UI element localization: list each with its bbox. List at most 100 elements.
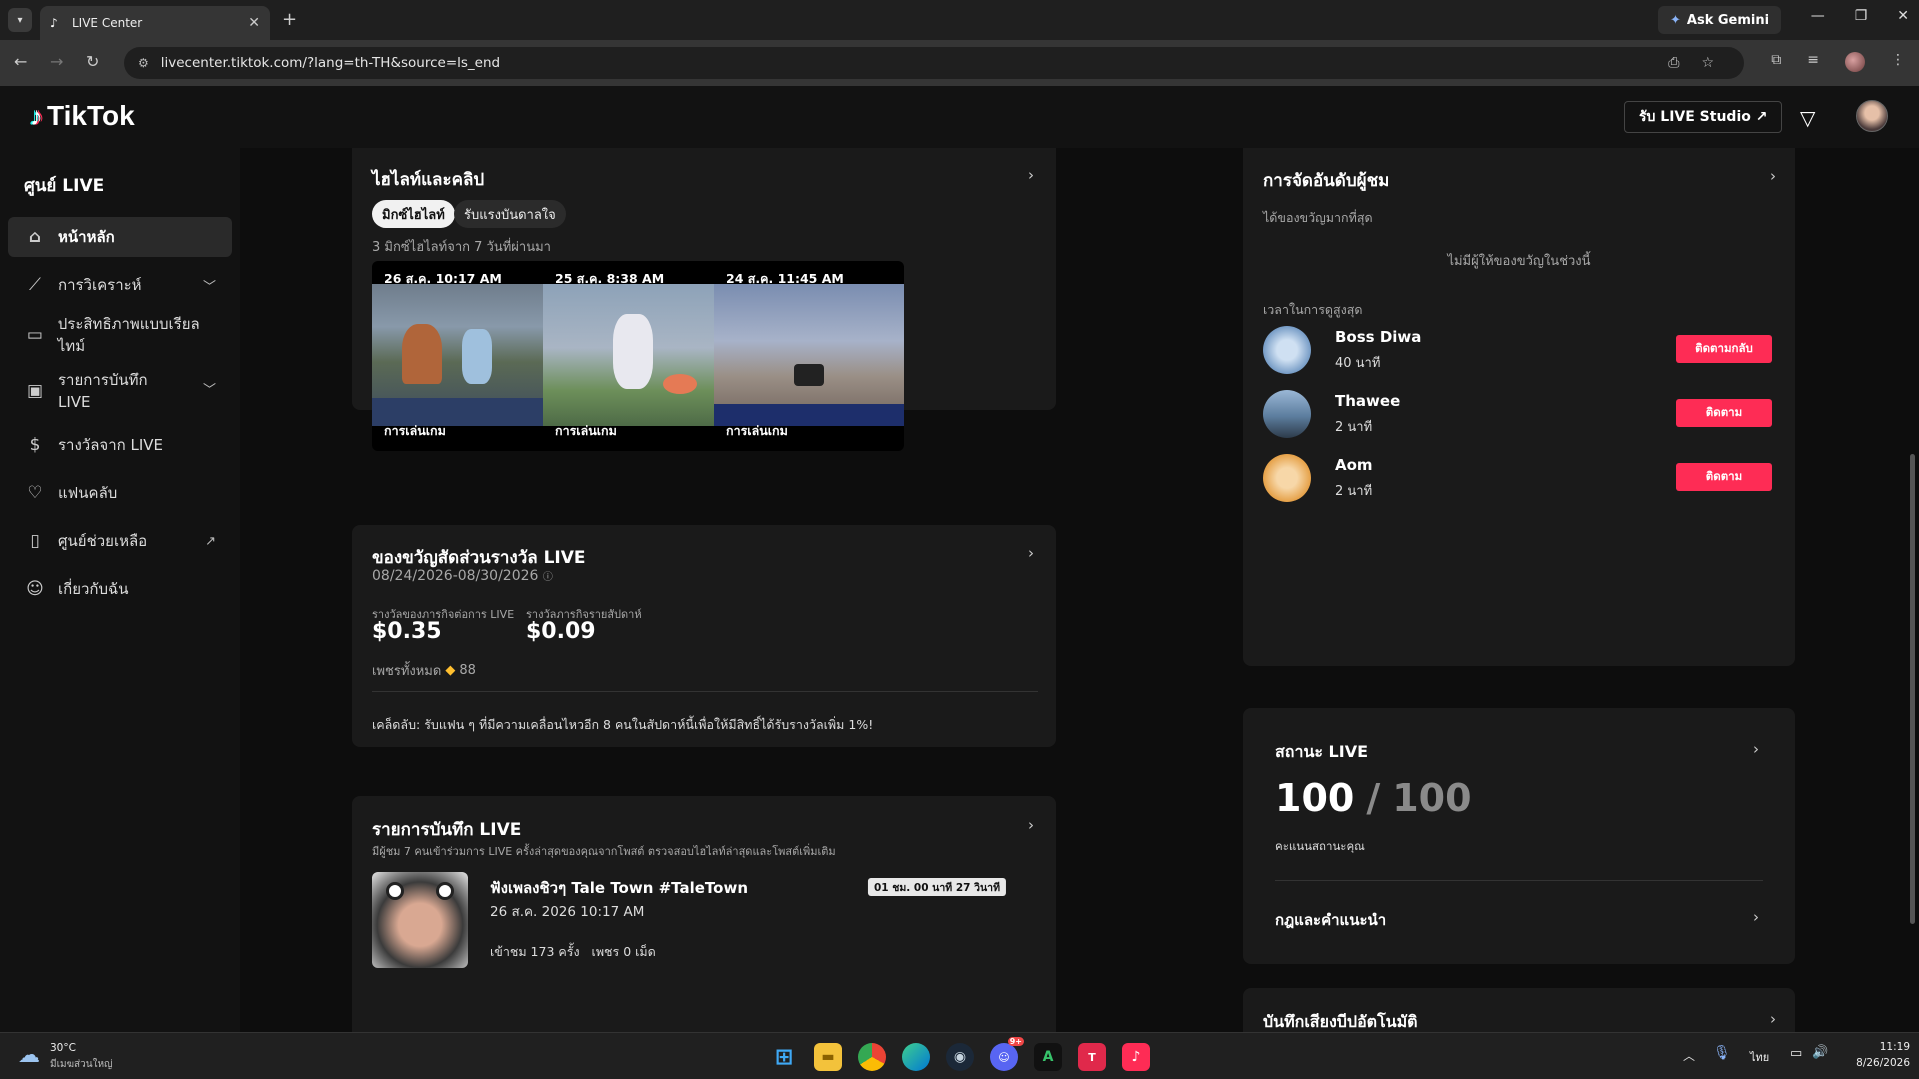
toolbar-right: ⧉ ≡ ⋮ (1771, 52, 1905, 72)
live-record-date: 26 ส.ค. 2026 10:17 AM (490, 904, 645, 920)
viewer-name[interactable]: Boss Diwa (1335, 328, 1421, 346)
install-app-icon[interactable]: ⎙ (1668, 55, 1679, 71)
weather-cloud-icon[interactable]: ☁ (18, 1043, 40, 1068)
filter-icon[interactable]: ▽ (1800, 106, 1815, 130)
highlight-clip[interactable]: 26 ส.ค. 10:17 AM การเล่นเกม (372, 261, 562, 451)
address-bar[interactable]: ⚙ livecenter.tiktok.com/?lang=th-TH&sour… (124, 47, 1744, 79)
sidebar-item-label: แฟนคลับ (58, 484, 118, 502)
sidebar-item-home[interactable]: ⌂ หน้าหลัก (8, 217, 232, 257)
viewer-watch-time: 40 นาที (1335, 356, 1381, 371)
input-language[interactable]: ไทย (1750, 1048, 1769, 1066)
sidebar-item-analytics[interactable]: ⟋ การวิเคราะห์ ﹀ (8, 265, 232, 305)
follow-button[interactable]: ติดตาม (1676, 399, 1772, 427)
omnibox-actions: ⎙ ☆ (1668, 47, 1714, 79)
sidebar-item-rewards[interactable]: $ รางวัลจาก LIVE (8, 425, 232, 465)
browser-tab[interactable]: ♪ LIVE Center ✕ (40, 6, 270, 40)
user-avatar[interactable] (1856, 100, 1888, 132)
network-icon[interactable]: ▭ (1790, 1046, 1802, 1061)
volume-icon[interactable]: 🔊 (1812, 1045, 1828, 1060)
file-explorer-icon[interactable]: ▬ (814, 1043, 842, 1071)
live-record-duration-badge: 01 ชม. 00 นาที 27 วินาที (867, 878, 1006, 896)
back-icon[interactable]: ← (14, 52, 27, 71)
chrome-icon[interactable] (858, 1043, 886, 1071)
viewer-watch-time: 2 นาที (1335, 484, 1373, 499)
live-record-thumbnail[interactable] (372, 872, 468, 968)
restore-icon[interactable]: ❐ (1855, 8, 1868, 24)
steam-icon[interactable]: ◉ (946, 1043, 974, 1071)
diamonds-label: เพชรทั้งหมด (372, 664, 442, 679)
site-info-icon[interactable]: ⚙ (138, 56, 149, 70)
page-scrollbar[interactable] (1910, 454, 1915, 924)
edge-icon[interactable] (902, 1043, 930, 1071)
live-record-title[interactable]: ฟังเพลงชิวๆ Tale Town #TaleTown (490, 876, 748, 900)
app-header: ♪ TikTok รับ LIVE Studio ↗ ▽ (0, 86, 1919, 148)
main-content: ไฮไลท์และคลิป › มิกซ์ไฮไลท์ รับแรงบันดาล… (240, 148, 1919, 1032)
gemini-sparkle-icon: ✦ (1670, 12, 1681, 28)
sidebar-item-live-records[interactable]: ▣ รายการบันทึก LIVE ﹀ (8, 366, 232, 416)
media-control-icon[interactable]: ≡ (1807, 52, 1819, 72)
live-status-separator: / (1366, 776, 1381, 820)
browser-tab-strip: ▾ ♪ LIVE Center ✕ + ✦ Ask Gemini — ❐ ✕ (0, 0, 1919, 40)
no-gift-message: ไม่มีผู้ให้ของขวัญในช่วงนี้ (1447, 254, 1591, 269)
sidebar-item-about[interactable]: ☺ เกี่ยวกับฉัน (8, 569, 232, 609)
divider (372, 691, 1038, 692)
chevron-right-icon[interactable]: › (1028, 544, 1034, 562)
viewer-name[interactable]: Thawee (1335, 392, 1400, 410)
rules-link[interactable]: กฎและคำแนะนำ (1275, 908, 1386, 932)
viewer-avatar[interactable] (1263, 390, 1311, 438)
reload-icon[interactable]: ↻ (86, 52, 99, 71)
forward-icon[interactable]: → (50, 52, 63, 71)
minimize-icon[interactable]: — (1811, 8, 1825, 24)
microphone-icon[interactable]: 🎙 (1713, 1045, 1731, 1061)
tiktok-favicon-icon: ♪ (50, 16, 58, 30)
bookmark-star-icon[interactable]: ☆ (1701, 55, 1714, 71)
viewer-avatar[interactable] (1263, 454, 1311, 502)
tab-close-icon[interactable]: ✕ (248, 15, 260, 31)
live-records-card: รายการบันทึก LIVE › มีผู้ชม 7 คนเข้าร่วม… (352, 796, 1056, 1032)
chevron-right-icon[interactable]: › (1753, 740, 1759, 758)
info-icon[interactable]: ⓘ (543, 572, 553, 583)
clock-time[interactable]: 11:19 (1830, 1041, 1910, 1053)
discord-icon[interactable]: ☺ 9+ (990, 1037, 1024, 1071)
chevron-down-icon: ﹀ (202, 279, 216, 295)
home-icon: ⌂ (28, 227, 42, 247)
tray-chevron-up-icon[interactable]: ︿ (1683, 1047, 1695, 1064)
chevron-right-icon[interactable]: › (1028, 166, 1034, 184)
auto-record-title: บันทึกเสียงบีปอัตโนมัติ (1263, 1012, 1418, 1031)
tiktok-logo[interactable]: ♪ TikTok (30, 100, 135, 132)
close-window-icon[interactable]: ✕ (1897, 8, 1909, 24)
sidebar-item-fanclub[interactable]: ♡ แฟนคลับ (8, 473, 232, 513)
extensions-icon[interactable]: ⧉ (1771, 52, 1781, 72)
tab-list-button[interactable]: ▾ (8, 8, 32, 32)
chip-highlight-mix[interactable]: มิกซ์ไฮไลท์ (372, 200, 455, 228)
watch-section-label: เวลาในการดูสูงสุด (1263, 302, 1363, 317)
highlight-clip[interactable]: 24 ส.ค. 11:45 AM การเล่นเกม (714, 261, 904, 451)
logo-text: TikTok (47, 100, 135, 131)
live-records-title: รายการบันทึก LIVE (372, 820, 522, 840)
highlight-clip[interactable]: 25 ส.ค. 8:38 AM การเล่นเกม (543, 261, 733, 451)
streaming-app-icon[interactable]: T (1078, 1043, 1106, 1071)
follow-back-button[interactable]: ติดตามกลับ (1676, 335, 1772, 363)
windows-start-icon[interactable]: ⊞ (770, 1043, 798, 1071)
rewards-date-range: 08/24/2026-08/30/2026 (372, 568, 539, 584)
new-tab-button[interactable]: + (282, 9, 297, 30)
stat1-value: $0.35 (372, 619, 442, 644)
menu-kebab-icon[interactable]: ⋮ (1891, 52, 1905, 72)
chevron-right-icon[interactable]: › (1770, 1010, 1776, 1028)
sidebar-item-help[interactable]: ▯ ศูนย์ช่วยเหลือ ↗ (8, 521, 232, 561)
sidebar-item-realtime[interactable]: ▭ ประสิทธิภาพแบบเรียลไทม์ (8, 310, 232, 360)
chevron-right-icon[interactable]: › (1028, 816, 1034, 834)
clock-date[interactable]: 8/26/2026 (1830, 1057, 1910, 1069)
get-live-studio-button[interactable]: รับ LIVE Studio ↗ (1624, 101, 1783, 133)
ask-gemini-button[interactable]: ✦ Ask Gemini (1658, 6, 1782, 34)
chevron-right-icon[interactable]: › (1770, 167, 1776, 185)
viewer-name[interactable]: Aom (1335, 456, 1373, 474)
clip-category: การเล่นเกม (555, 423, 617, 438)
viewer-avatar[interactable] (1263, 326, 1311, 374)
chevron-right-icon[interactable]: › (1753, 908, 1759, 926)
chip-inspiration[interactable]: รับแรงบันดาลใจ (454, 200, 566, 228)
profile-avatar-icon[interactable] (1845, 52, 1865, 72)
follow-button[interactable]: ติดตาม (1676, 463, 1772, 491)
creative-app-icon[interactable]: A (1034, 1043, 1062, 1071)
tiktok-app-icon[interactable]: ♪ (1122, 1043, 1150, 1071)
